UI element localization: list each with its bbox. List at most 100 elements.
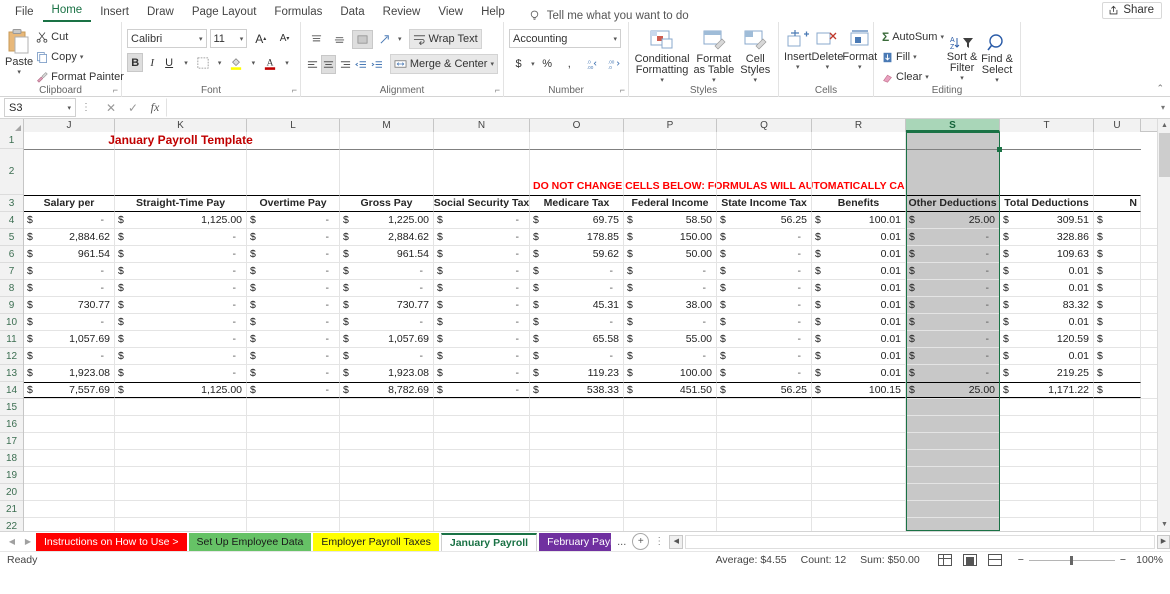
grid-cell[interactable] bbox=[1094, 149, 1141, 195]
grid-cell[interactable] bbox=[906, 416, 1000, 432]
grid-cell[interactable] bbox=[717, 518, 812, 531]
grid-cell[interactable] bbox=[812, 501, 906, 517]
accounting-caret-icon[interactable]: ▾ bbox=[531, 60, 535, 68]
horizontal-scrollbar[interactable] bbox=[685, 535, 1155, 549]
grid-cell[interactable]: $0.01 bbox=[1000, 280, 1094, 296]
grid-cell[interactable]: $- bbox=[906, 365, 1000, 382]
sort-filter-caret-icon[interactable]: ▾ bbox=[960, 74, 964, 82]
grid-cell[interactable] bbox=[115, 149, 247, 195]
grid-cell[interactable]: $- bbox=[115, 314, 247, 330]
grid-cell[interactable] bbox=[1000, 433, 1094, 449]
fill-caret-icon[interactable]: ▾ bbox=[913, 53, 917, 61]
grid-cell[interactable] bbox=[624, 467, 717, 483]
column-title-cell[interactable]: Straight-Time Pay bbox=[115, 195, 247, 212]
font-size-caret-icon[interactable]: ▾ bbox=[240, 35, 244, 43]
grid-cell[interactable]: $ bbox=[1094, 314, 1141, 330]
normal-view-button[interactable] bbox=[938, 554, 952, 566]
grid-cell[interactable]: $- bbox=[247, 314, 340, 330]
column-title-cell[interactable]: State Income Tax bbox=[717, 195, 812, 212]
grid-cell[interactable] bbox=[115, 416, 247, 432]
copy-caret-icon[interactable]: ▾ bbox=[80, 53, 84, 61]
menu-tab-formulas[interactable]: Formulas bbox=[265, 4, 331, 22]
font-color-button[interactable]: A bbox=[262, 53, 278, 72]
grid-cell[interactable] bbox=[1000, 416, 1094, 432]
grid-cell[interactable]: $- bbox=[906, 314, 1000, 330]
grid-cell[interactable]: $59.62 bbox=[530, 246, 624, 262]
row-header-19[interactable]: 19 bbox=[0, 467, 23, 484]
grid-cell[interactable]: $- bbox=[530, 314, 624, 330]
sheet-split-handle[interactable]: ⋮ bbox=[649, 536, 669, 547]
grid-cell[interactable] bbox=[434, 467, 530, 483]
grid-cell[interactable] bbox=[340, 467, 434, 483]
italic-button[interactable]: I bbox=[144, 53, 160, 72]
grid-cell[interactable]: $1,125.00 bbox=[115, 212, 247, 228]
align-center-button[interactable] bbox=[321, 55, 336, 74]
grid-cell[interactable] bbox=[1000, 149, 1094, 195]
number-dialog-launcher[interactable]: ⌐ bbox=[620, 85, 625, 95]
grid-cell[interactable] bbox=[247, 433, 340, 449]
grid-cell[interactable]: $100.01 bbox=[812, 212, 906, 228]
grid-cell[interactable]: $- bbox=[906, 297, 1000, 313]
format-cells-button[interactable]: Format ▾ bbox=[843, 27, 876, 71]
borders-button[interactable] bbox=[195, 53, 211, 72]
grid-cell[interactable] bbox=[812, 484, 906, 500]
grid-cell[interactable]: $69.75 bbox=[530, 212, 624, 228]
grid-cell[interactable]: $- bbox=[340, 348, 434, 364]
grid-cell[interactable] bbox=[717, 399, 812, 415]
grid-cell[interactable]: $0.01 bbox=[812, 365, 906, 382]
grid-cell[interactable]: $120.59 bbox=[1000, 331, 1094, 347]
grid-cell[interactable] bbox=[247, 416, 340, 432]
grid-cell[interactable]: $45.31 bbox=[530, 297, 624, 313]
grid-cell[interactable] bbox=[115, 484, 247, 500]
grid-cell[interactable] bbox=[812, 416, 906, 432]
grid-cell[interactable]: $- bbox=[24, 263, 115, 279]
grid-cell[interactable]: $- bbox=[530, 263, 624, 279]
grid-cell[interactable]: $961.54 bbox=[24, 246, 115, 262]
grid-cell[interactable] bbox=[247, 149, 340, 195]
hscroll-left-button[interactable]: ◀ bbox=[669, 535, 683, 549]
grid-cell[interactable] bbox=[1000, 484, 1094, 500]
grid-cell[interactable]: $- bbox=[434, 229, 530, 245]
column-title-cell[interactable]: Salary per bbox=[24, 195, 115, 212]
column-title-cell[interactable]: Other Deductions bbox=[906, 195, 1000, 212]
grid-cell[interactable] bbox=[906, 149, 1000, 195]
select-all-corner[interactable] bbox=[0, 119, 24, 132]
menu-tab-page-layout[interactable]: Page Layout bbox=[183, 4, 266, 22]
align-top-button[interactable] bbox=[306, 30, 327, 49]
column-title-cell[interactable]: Gross Pay bbox=[340, 195, 434, 212]
grid-cell[interactable] bbox=[24, 416, 115, 432]
column-header-S[interactable]: S bbox=[906, 119, 1000, 132]
grid-cell[interactable]: $0.01 bbox=[812, 297, 906, 313]
status-sum[interactable]: Sum: $50.00 bbox=[860, 554, 920, 566]
grid-cell[interactable]: $150.00 bbox=[624, 229, 717, 245]
grid-cell[interactable]: $1,171.22 bbox=[1000, 382, 1094, 398]
row-header-22[interactable]: 22 bbox=[0, 518, 23, 531]
grid-cell[interactable] bbox=[530, 132, 624, 149]
grid-cell[interactable] bbox=[717, 467, 812, 483]
cell-styles-button[interactable]: Cell Styles ▾ bbox=[738, 27, 773, 84]
grid-cell[interactable] bbox=[24, 433, 115, 449]
grid-cell[interactable]: $ bbox=[1094, 263, 1141, 279]
grid-cell[interactable]: $- bbox=[247, 246, 340, 262]
grid-cell[interactable] bbox=[624, 132, 717, 149]
grid-cell[interactable]: $- bbox=[340, 314, 434, 330]
grid-cell[interactable]: $- bbox=[434, 246, 530, 262]
grid-cell[interactable]: $7,557.69 bbox=[24, 382, 115, 398]
grid-cell[interactable] bbox=[1094, 433, 1141, 449]
grid-cell[interactable] bbox=[624, 518, 717, 531]
grid-cell[interactable] bbox=[24, 467, 115, 483]
grid-cell[interactable]: $- bbox=[247, 280, 340, 296]
font-color-caret-icon[interactable]: ▾ bbox=[279, 53, 295, 72]
grid-cell[interactable]: $1,923.08 bbox=[340, 365, 434, 382]
enter-formula-button[interactable]: ✓ bbox=[122, 101, 144, 115]
grid-cell[interactable] bbox=[1000, 518, 1094, 531]
grid-cell[interactable]: $- bbox=[115, 348, 247, 364]
grid-cell[interactable]: $- bbox=[906, 331, 1000, 347]
insert-cells-button[interactable]: Insert ▾ bbox=[784, 27, 812, 71]
column-header-M[interactable]: M bbox=[340, 119, 434, 132]
decrease-indent-button[interactable] bbox=[354, 55, 367, 74]
add-sheet-button[interactable]: + bbox=[632, 533, 649, 550]
grid-cell[interactable] bbox=[434, 433, 530, 449]
grid-cell[interactable]: $- bbox=[115, 331, 247, 347]
grid-cell[interactable]: $ bbox=[1094, 212, 1141, 228]
